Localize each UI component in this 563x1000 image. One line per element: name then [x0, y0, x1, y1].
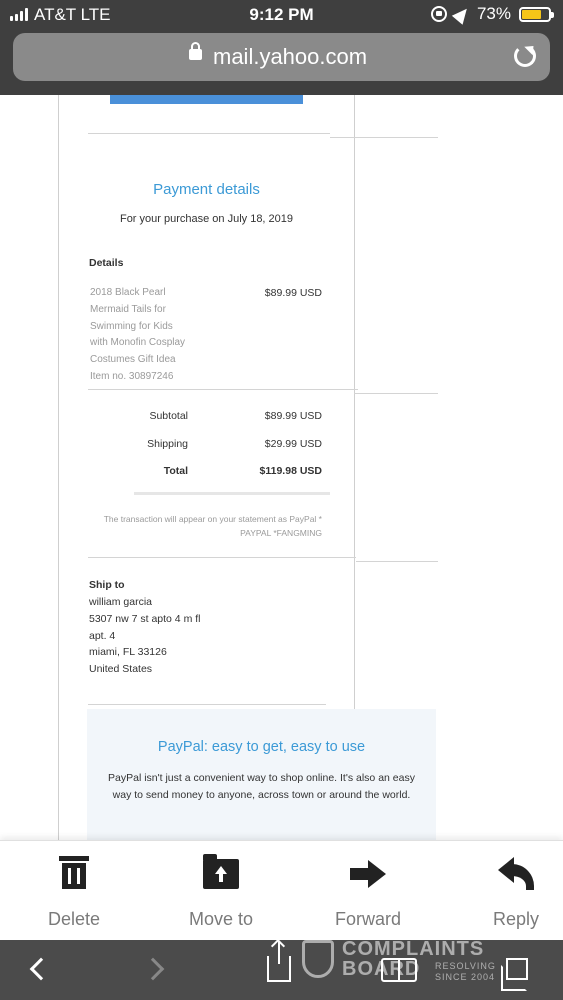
- reply-label: Reply: [492, 909, 540, 929]
- item-price: $89.99 USD: [264, 287, 322, 299]
- location-icon: [451, 3, 473, 25]
- watermark-line2: BOARD: [342, 958, 421, 980]
- reload-icon[interactable]: [514, 45, 536, 67]
- battery-icon: [519, 6, 554, 22]
- forward-button[interactable]: Forward: [308, 855, 428, 930]
- move-to-label: Move to: [188, 909, 254, 929]
- item-line: Costumes Gift Idea: [90, 354, 176, 366]
- forward-label: Forward: [334, 909, 401, 929]
- item-line: with Monofin Cosplay: [90, 337, 186, 349]
- battery-percent: 73%: [476, 4, 511, 23]
- reply-button[interactable]: Reply: [456, 855, 563, 930]
- watermark-tagline: RESOLVING SINCE 2004: [435, 961, 496, 982]
- subtotal-label: Subtotal: [149, 410, 188, 422]
- divider: [88, 557, 356, 558]
- details-heading: Details: [89, 257, 124, 269]
- ship-to-address: william garcia 5307 nw 7 st apto 4 m fl …: [89, 594, 200, 678]
- shipping-value: $29.99 USD: [264, 438, 322, 450]
- total-value: $119.98 USD: [259, 465, 322, 477]
- item-number: Item no. 30897246: [90, 370, 174, 382]
- ship-to-line: apt. 4: [89, 629, 116, 642]
- delete-label: Delete: [47, 909, 101, 929]
- ship-to-heading: Ship to: [89, 579, 125, 591]
- shield-logo-icon: [302, 940, 334, 978]
- complaints-board-watermark: COMPLAINTS BOARD RESOLVING SINCE 2004: [302, 938, 532, 986]
- address-bar[interactable]: mail.yahoo.com: [13, 33, 550, 81]
- item-line: Swimming for Kids: [90, 320, 173, 332]
- purchase-date-line: For your purchase on July 18, 2019: [119, 213, 294, 225]
- divider: [88, 133, 330, 134]
- divider: [330, 137, 438, 138]
- item-description: 2018 Black Pearl Mermaid Tails for Swimm…: [90, 285, 210, 386]
- divider: [134, 492, 330, 495]
- reply-arrow-icon: [498, 857, 534, 891]
- move-to-button[interactable]: Move to: [161, 854, 281, 930]
- folder-move-icon: [203, 854, 239, 889]
- back-chevron-icon[interactable]: [29, 957, 53, 981]
- status-right-group: 73%: [430, 3, 554, 25]
- browser-chrome: AT&T LTE 9:12 PM 73% mail.yahoo.com: [0, 0, 563, 95]
- divider: [354, 393, 438, 394]
- promo-text: PayPal isn't just a convenient way to sh…: [108, 772, 415, 801]
- share-icon[interactable]: [267, 942, 291, 982]
- ship-to-line: william garcia: [89, 596, 153, 608]
- item-line: 2018 Black Pearl: [90, 287, 166, 298]
- promo-title: PayPal: easy to get, easy to use: [157, 739, 366, 755]
- subtotal-value: $89.99 USD: [264, 410, 322, 422]
- payment-details-title: Payment details: [153, 181, 260, 198]
- ship-to-line: miami, FL 33126: [89, 646, 167, 659]
- mail-action-toolbar: Delete Move to Forward Reply: [0, 840, 563, 940]
- status-bar: AT&T LTE 9:12 PM 73%: [0, 0, 563, 30]
- action-button-bottom-edge[interactable]: [110, 95, 303, 104]
- forward-chevron-icon[interactable]: [141, 957, 165, 981]
- divider: [88, 389, 358, 390]
- forward-arrow-icon: [350, 860, 386, 888]
- delete-button[interactable]: Delete: [14, 855, 134, 930]
- battery-level: [522, 9, 541, 19]
- transaction-note: The transaction will appear on your stat…: [103, 514, 322, 538]
- ship-to-line: United States: [89, 663, 153, 676]
- divider: [88, 704, 326, 705]
- email-content[interactable]: Payment details For your purchase on Jul…: [0, 95, 563, 840]
- total-label: Total: [163, 465, 188, 477]
- address-text: mail.yahoo.com: [213, 44, 368, 69]
- divider: [356, 561, 438, 562]
- item-line: Mermaid Tails for: [90, 303, 166, 315]
- rotation-lock-icon: [430, 6, 447, 22]
- page: AT&T LTE 9:12 PM 73% mail.yahoo.com Paym…: [0, 0, 563, 1000]
- trash-icon: [59, 856, 89, 892]
- lock-icon: [189, 42, 202, 60]
- left-border: [58, 95, 59, 840]
- paypal-promo: PayPal: easy to get, easy to use PayPal …: [87, 709, 436, 840]
- shipping-label: Shipping: [147, 438, 188, 450]
- ship-to-line: 5307 nw 7 st apto 4 m fl: [89, 612, 201, 625]
